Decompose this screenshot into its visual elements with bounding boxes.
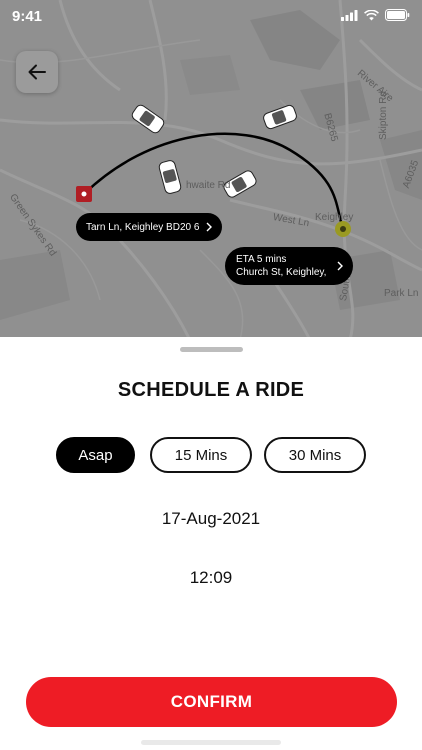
dropoff-address: Church St, Keighley, <box>236 267 327 278</box>
arrow-left-icon <box>28 64 46 80</box>
date-picker[interactable]: 17-Aug-2021 <box>0 509 422 529</box>
status-time: 9:41 <box>12 8 43 25</box>
dropoff-location-pill[interactable]: ETA 5 mins Church St, Keighley, <box>225 247 353 285</box>
status-icons <box>341 9 410 21</box>
home-indicator <box>141 740 281 745</box>
status-bar: 9:41 <box>0 0 422 34</box>
time-picker[interactable]: 12:09 <box>0 568 422 588</box>
signal-icon <box>341 9 358 21</box>
schedule-sheet: SCHEDULE A RIDE Asap 15 Mins 30 Mins 17-… <box>0 337 422 750</box>
chevron-right-icon <box>206 222 212 232</box>
street-label: Keighley <box>315 212 354 223</box>
pickup-address: Tarn Ln, Keighley BD20 6 <box>86 221 200 233</box>
confirm-button[interactable]: CONFIRM <box>26 677 397 727</box>
map-background <box>0 0 422 340</box>
map-view[interactable]: River Aire B6265 Skipton Rd A6035 Green Syke… <box>0 0 422 340</box>
sheet-title: SCHEDULE A RIDE <box>117 379 305 401</box>
option-30-mins-button[interactable]: 30 Mins <box>264 437 366 473</box>
wifi-icon <box>364 9 379 20</box>
street-label: Park Ln <box>384 288 419 299</box>
back-button[interactable] <box>16 51 58 93</box>
street-label: hwaite Rd <box>186 180 231 191</box>
pickup-location-pill[interactable]: Tarn Ln, Keighley BD20 6 <box>76 213 222 241</box>
option-asap-button[interactable]: Asap <box>56 437 135 473</box>
dropoff-eta: ETA 5 mins <box>236 254 287 265</box>
street-label: Skipton Rd <box>378 91 389 140</box>
battery-icon <box>385 9 410 21</box>
option-15-mins-button[interactable]: 15 Mins <box>150 437 252 473</box>
sheet-drag-handle[interactable] <box>180 347 243 352</box>
chevron-right-icon <box>337 261 343 271</box>
